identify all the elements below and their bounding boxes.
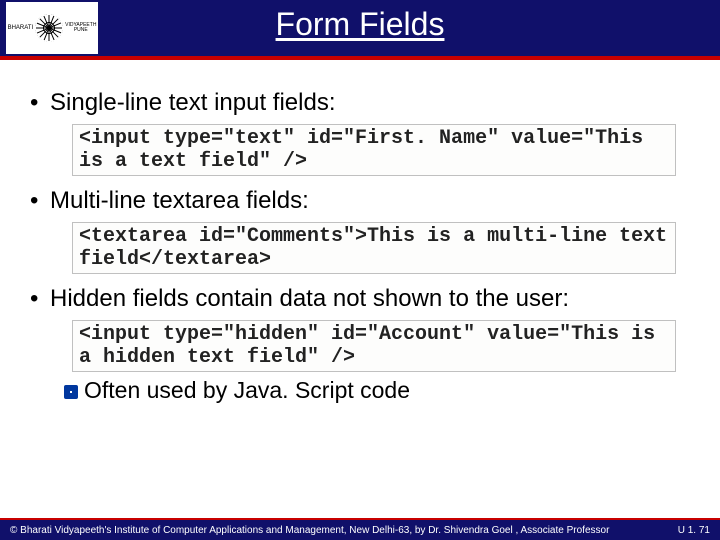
sub-bullet-marker-icon xyxy=(64,385,78,399)
slide-title: Form Fields xyxy=(0,6,720,43)
bullet-2: Multi-line textarea fields: xyxy=(28,186,698,216)
code-block-2: <textarea id="Comments">This is a multi-… xyxy=(72,222,676,274)
footer-pager: U 1. 71 xyxy=(678,525,710,536)
bullet-3: Hidden fields contain data not shown to … xyxy=(28,284,698,314)
sub-bullet-1-text: Often used by Java. Script code xyxy=(84,377,410,403)
footer-band: © Bharati Vidyapeeth's Institute of Comp… xyxy=(0,518,720,540)
footer-copyright: © Bharati Vidyapeeth's Institute of Comp… xyxy=(10,525,609,536)
bullet-3-text: Hidden fields contain data not shown to … xyxy=(50,285,569,312)
slide: BHARATI VIDYAPEETH PUNE Form Fields Sing… xyxy=(0,0,720,540)
code-block-1: <input type="text" id="First. Name" valu… xyxy=(72,124,676,176)
header-band: BHARATI VIDYAPEETH PUNE Form Fields xyxy=(0,0,720,60)
slide-content: Single-line text input fields: <input ty… xyxy=(0,60,720,405)
sub-bullet-1: Often used by Java. Script code xyxy=(64,376,698,405)
bullet-2-text: Multi-line textarea fields: xyxy=(50,187,309,214)
bullet-1-text: Single-line text input fields: xyxy=(50,89,336,116)
bullet-1: Single-line text input fields: xyxy=(28,88,698,118)
code-block-3: <input type="hidden" id="Account" value=… xyxy=(72,320,676,372)
